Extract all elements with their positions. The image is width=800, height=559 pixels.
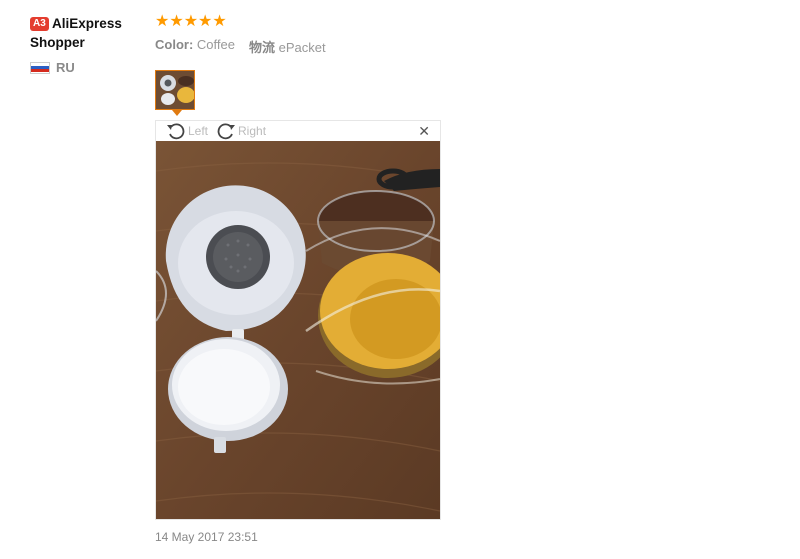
review-date: 14 May 2017 23:51 [155,530,258,544]
reviewer-info: A3 AliExpress Shopper RU [30,14,150,75]
shipping-value: ePacket [278,40,326,55]
shipping-attribute: 物流 ePacket [249,37,326,56]
review-photo [156,141,440,519]
russia-flag-icon [30,61,50,74]
thumbnail-photo [156,71,194,109]
color-label: Color: [155,37,194,52]
rotate-right-button[interactable]: Right [216,122,266,140]
shipping-label: 物流 [248,40,275,55]
country-code: RU [56,60,75,75]
rotate-right-icon [217,123,236,140]
review-image-thumbnail[interactable] [155,70,195,116]
buyer-level-badge: A3 [30,17,49,31]
rotate-left-icon [167,123,185,140]
image-viewer: Left Right ✕ [155,120,441,520]
order-info: Color: Coffee 物流 ePacket [155,37,755,56]
close-icon[interactable]: ✕ [418,123,430,140]
color-value: Coffee [196,37,235,52]
color-attribute: Color: Coffee [155,37,235,56]
viewer-toolbar: Left Right ✕ [156,121,440,141]
rotate-left-label: Left [188,124,209,138]
reviewer-country: RU [30,60,150,75]
thumbnail-pointer [172,110,182,116]
thumbnail-image[interactable] [155,70,195,110]
rotate-right-label: Right [238,124,267,138]
star-rating: ★★★★★ [155,13,227,30]
rotate-left-button[interactable]: Left [166,122,208,140]
reviewer-name-row: A3 AliExpress Shopper [30,14,150,52]
review-body: ★★★★★ Color: Coffee 物流 ePacket [155,14,755,56]
